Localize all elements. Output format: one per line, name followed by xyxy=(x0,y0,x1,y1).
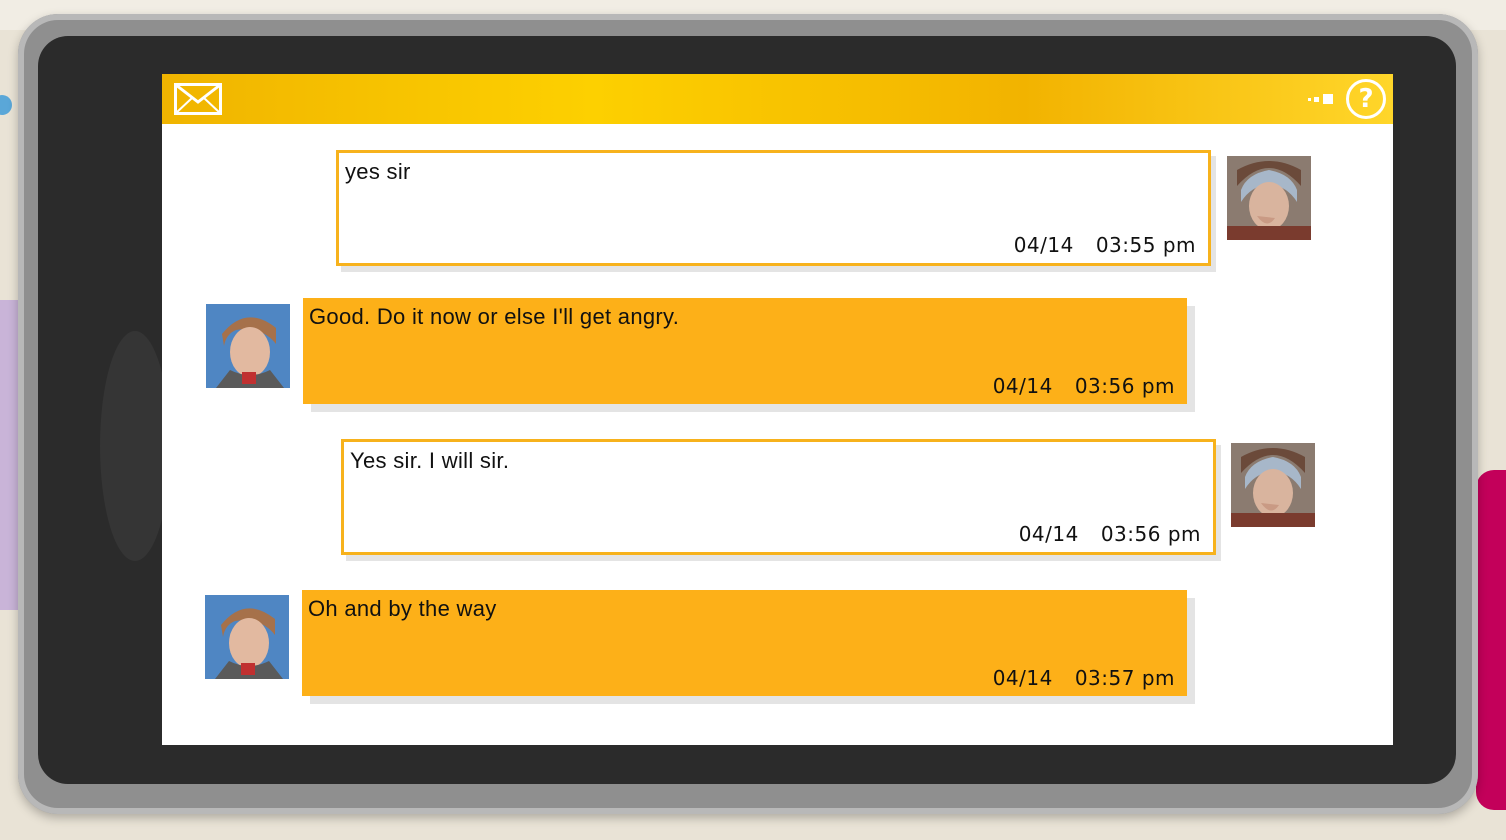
magenta-paper-scrap xyxy=(1476,470,1506,810)
messaging-screen: ? yes sir 04/14 03:55 pm Good. Do it now … xyxy=(162,74,1393,745)
help-icon[interactable]: ? xyxy=(1346,79,1386,119)
message-timestamp: 04/14 03:56 pm xyxy=(1019,522,1201,546)
message-text: Yes sir. I will sir. xyxy=(350,448,510,473)
avatar-david xyxy=(205,595,289,679)
message-time: 03:56 pm xyxy=(1074,374,1175,398)
message-date: 04/14 xyxy=(992,666,1053,690)
message-timestamp: 04/14 03:56 pm xyxy=(993,374,1175,398)
message-date: 04/14 xyxy=(1018,522,1079,546)
message-text: yes sir xyxy=(345,159,411,184)
message-timestamp: 04/14 03:55 pm xyxy=(1014,233,1196,257)
message-text: Oh and by the way xyxy=(308,596,497,621)
avatar-chloe xyxy=(1227,156,1311,240)
avatar-david xyxy=(206,304,290,388)
message-timestamp: 04/14 03:57 pm xyxy=(993,666,1175,690)
message-time: 03:56 pm xyxy=(1100,522,1201,546)
app-header: ? xyxy=(162,74,1393,124)
message-date: 04/14 xyxy=(1013,233,1074,257)
message-bubble-sent: Yes sir. I will sir. 04/14 03:56 pm xyxy=(341,439,1216,555)
signal-icon xyxy=(1308,94,1333,104)
message-bubble-received: Oh and by the way 04/14 03:57 pm xyxy=(302,590,1187,696)
paint-dot xyxy=(0,95,12,115)
avatar-chloe xyxy=(1231,443,1315,527)
message-bubble-sent: yes sir 04/14 03:55 pm xyxy=(336,150,1211,266)
message-text: Good. Do it now or else I'll get angry. xyxy=(309,304,680,329)
message-time: 03:57 pm xyxy=(1074,666,1175,690)
camera-lens xyxy=(100,331,170,561)
message-time: 03:55 pm xyxy=(1095,233,1196,257)
envelope-icon[interactable] xyxy=(174,83,222,115)
message-bubble-received: Good. Do it now or else I'll get angry. … xyxy=(303,298,1187,404)
message-date: 04/14 xyxy=(992,374,1053,398)
